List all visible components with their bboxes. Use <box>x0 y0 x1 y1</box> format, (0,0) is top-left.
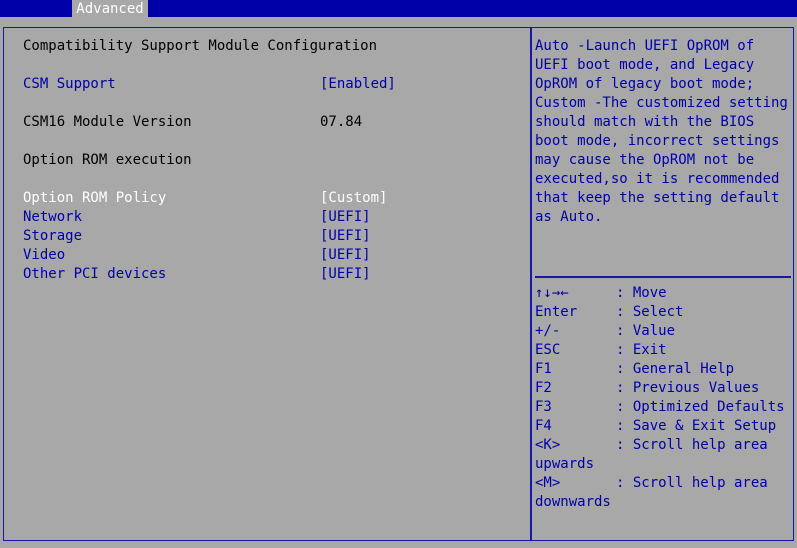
csm16-version-value: 07.84 <box>320 114 363 130</box>
key-k: <K> <box>535 437 561 453</box>
help-divider <box>535 276 791 278</box>
key-enter-desc: : Select <box>616 304 684 320</box>
tab-advanced[interactable]: Advanced <box>72 0 148 18</box>
key-f3: F3 <box>535 399 552 415</box>
csm-support-label[interactable]: CSM Support <box>23 75 116 94</box>
other-pci-label[interactable]: Other PCI devices <box>23 265 166 284</box>
key-plusminus: +/- <box>535 323 561 339</box>
key-f4-desc: : Save & Exit Setup <box>616 418 777 434</box>
option-rom-policy-label[interactable]: Option ROM Policy <box>23 189 166 208</box>
key-move-desc: : Move <box>616 285 667 301</box>
option-rom-policy-value[interactable]: [Custom] <box>320 189 387 208</box>
key-esc: ESC <box>535 342 561 358</box>
key-f1: F1 <box>535 361 552 377</box>
key-f2-desc: : Previous Values <box>616 380 760 396</box>
storage-value[interactable]: [UEFI] <box>320 227 371 246</box>
key-m-desc: : Scroll help area <box>616 475 768 491</box>
key-m-cont: downwards <box>535 494 611 510</box>
key-move: ↑↓→← <box>535 285 569 301</box>
key-f3-desc: : Optimized Defaults <box>616 399 785 415</box>
storage-label[interactable]: Storage <box>23 227 82 246</box>
key-esc-desc: : Exit <box>616 342 667 358</box>
csm16-version-label: CSM16 Module Version <box>23 114 192 130</box>
key-enter: Enter <box>535 304 578 320</box>
csm-support-value[interactable]: [Enabled] <box>320 75 396 94</box>
key-f4: F4 <box>535 418 552 434</box>
video-value[interactable]: [UEFI] <box>320 246 371 265</box>
key-k-desc: : Scroll help area <box>616 437 768 453</box>
video-label[interactable]: Video <box>23 246 65 265</box>
pane-divider <box>530 27 532 541</box>
other-pci-value[interactable]: [UEFI] <box>320 265 371 284</box>
page-title: Compatibility Support Module Configurati… <box>23 38 378 54</box>
help-text: Auto -Launch UEFI OpROM of UEFI boot mod… <box>535 38 788 225</box>
key-k-cont: upwards <box>535 456 595 472</box>
key-f1-desc: : General Help <box>616 361 735 377</box>
key-plusminus-desc: : Value <box>616 323 676 339</box>
key-f2: F2 <box>535 380 552 396</box>
network-label[interactable]: Network <box>23 208 82 227</box>
network-value[interactable]: [UEFI] <box>320 208 371 227</box>
key-m: <M> <box>535 475 561 491</box>
section-heading: Option ROM execution <box>23 152 192 168</box>
